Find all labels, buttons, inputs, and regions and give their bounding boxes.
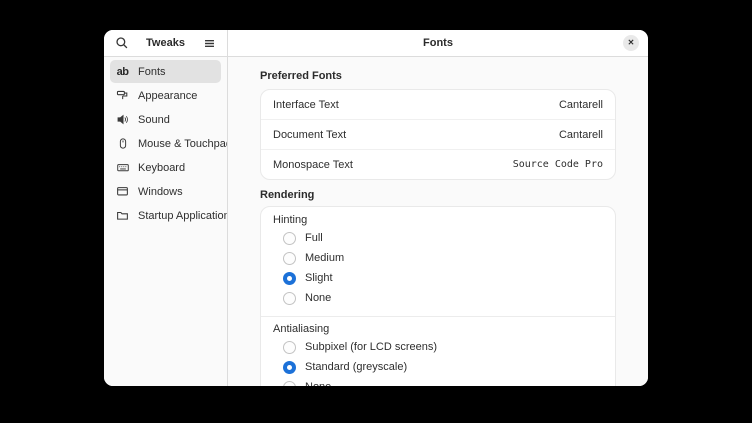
sidebar-item-startup-applications[interactable]: Startup Applications — [110, 204, 221, 227]
fonts-page: Preferred Fonts Interface Text Cantarell… — [228, 57, 648, 386]
sidebar-item-label: Appearance — [138, 90, 197, 102]
close-icon[interactable]: ✕ — [623, 35, 639, 51]
sidebar-item-label: Keyboard — [138, 162, 185, 174]
search-icon[interactable] — [113, 34, 131, 52]
hinting-option-full[interactable]: Full — [273, 228, 603, 248]
antialiasing-option-subpixel[interactable]: Subpixel (for LCD screens) — [273, 337, 603, 357]
preferred-fonts-heading: Preferred Fonts — [260, 70, 616, 82]
windows-icon — [115, 185, 130, 198]
sidebar-item-keyboard[interactable]: Keyboard — [110, 156, 221, 179]
rendering-card: Hinting Full Medium Slight None Antialia… — [260, 206, 616, 386]
ab-icon: ab — [115, 66, 130, 78]
sidebar-item-appearance[interactable]: Appearance — [110, 84, 221, 107]
sidebar-headerbar: Tweaks — [104, 30, 228, 57]
sidebar-item-label: Mouse & Touchpad — [138, 138, 228, 150]
interface-font-value: Cantarell — [559, 99, 603, 111]
document-font-value: Cantarell — [559, 129, 603, 141]
sidebar-item-fonts[interactable]: ab Fonts — [110, 60, 221, 83]
radio-checked-icon[interactable] — [283, 272, 296, 285]
radio-unchecked-icon[interactable] — [283, 381, 296, 387]
sidebar: ab Fonts Appearance Sound — [104, 57, 228, 386]
rendering-heading: Rendering — [260, 189, 616, 201]
preferred-fonts-card: Interface Text Cantarell Document Text C… — [260, 89, 616, 180]
monospace-font-value: Source Code Pro — [513, 159, 603, 170]
sidebar-item-label: Windows — [138, 186, 183, 198]
tweaks-window: Tweaks Fonts ✕ ab Fonts Appearance — [104, 30, 648, 386]
page-title: Fonts — [423, 37, 453, 49]
interface-text-row[interactable]: Interface Text Cantarell — [261, 90, 615, 119]
antialiasing-option-none[interactable]: None — [273, 377, 603, 386]
menu-icon[interactable] — [200, 34, 218, 52]
sidebar-item-sound[interactable]: Sound — [110, 108, 221, 131]
row-label: Document Text — [273, 129, 346, 141]
appearance-icon — [115, 89, 130, 102]
group-divider — [261, 316, 615, 317]
hinting-option-slight[interactable]: Slight — [273, 268, 603, 288]
document-text-row[interactable]: Document Text Cantarell — [261, 119, 615, 149]
radio-checked-icon[interactable] — [283, 361, 296, 374]
sound-icon — [115, 113, 130, 126]
hinting-option-none[interactable]: None — [273, 288, 603, 308]
radio-unchecked-icon[interactable] — [283, 232, 296, 245]
startup-apps-icon — [115, 209, 130, 222]
hinting-option-medium[interactable]: Medium — [273, 248, 603, 268]
row-label: Interface Text — [273, 99, 339, 111]
app-title: Tweaks — [146, 37, 185, 49]
mouse-icon — [115, 137, 130, 150]
sidebar-item-windows[interactable]: Windows — [110, 180, 221, 203]
sidebar-item-label: Startup Applications — [138, 210, 228, 222]
row-label: Monospace Text — [273, 159, 353, 171]
radio-unchecked-icon[interactable] — [283, 341, 296, 354]
sidebar-item-mouse-touchpad[interactable]: Mouse & Touchpad — [110, 132, 221, 155]
sidebar-item-label: Fonts — [138, 66, 166, 78]
monospace-text-row[interactable]: Monospace Text Source Code Pro — [261, 149, 615, 179]
radio-unchecked-icon[interactable] — [283, 292, 296, 305]
radio-unchecked-icon[interactable] — [283, 252, 296, 265]
content-headerbar: Fonts ✕ — [228, 30, 648, 57]
sidebar-item-label: Sound — [138, 114, 170, 126]
antialiasing-group-label: Antialiasing — [273, 323, 603, 335]
hinting-group-label: Hinting — [273, 214, 603, 226]
antialiasing-option-standard[interactable]: Standard (greyscale) — [273, 357, 603, 377]
keyboard-icon — [115, 161, 130, 174]
